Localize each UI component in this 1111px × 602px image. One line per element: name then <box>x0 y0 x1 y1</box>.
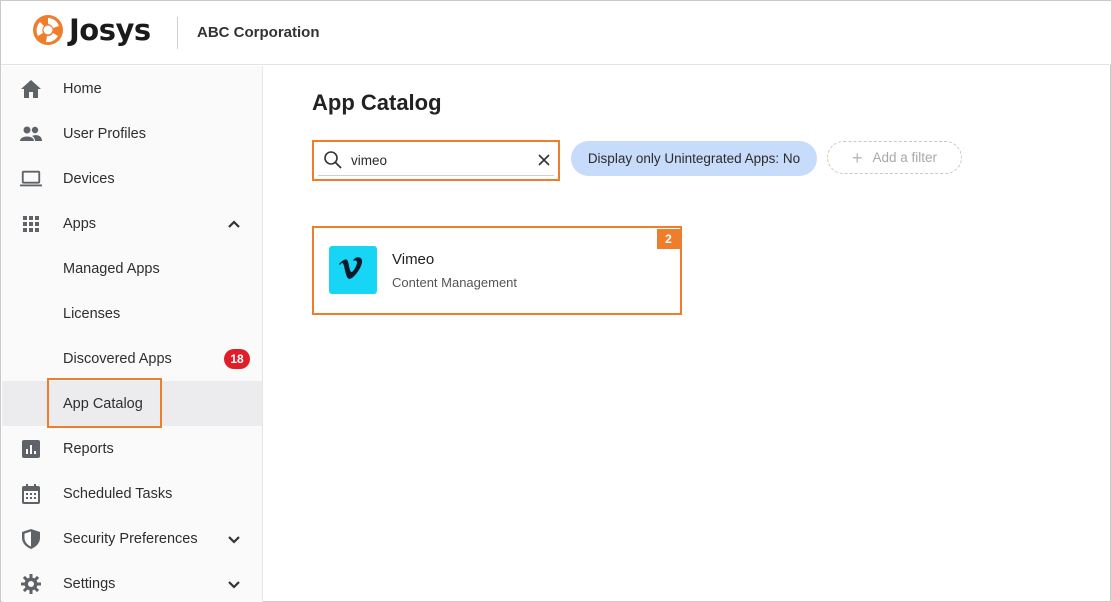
sidebar-item-apps[interactable]: Apps <box>2 201 262 246</box>
sidebar-item-label: Reports <box>63 440 114 457</box>
sidebar-item-devices[interactable]: Devices <box>2 156 262 201</box>
plus-icon: + <box>851 147 863 168</box>
gear-icon <box>20 573 42 595</box>
sidebar-item-label: Devices <box>63 170 115 187</box>
sidebar-item-label: Security Preferences <box>63 530 198 547</box>
sidebar-item-reports[interactable]: Reports <box>2 426 262 471</box>
sidebar-item-label: Discovered Apps <box>63 350 172 367</box>
search-field[interactable]: vimeo <box>312 140 560 181</box>
sidebar-item-label: Home <box>63 80 102 97</box>
search-input[interactable]: vimeo <box>318 145 554 176</box>
close-icon[interactable] <box>537 153 551 167</box>
calendar-icon <box>20 483 42 505</box>
sidebar-item-security-preferences[interactable]: Security Preferences <box>2 516 262 561</box>
sidebar-item-scheduled-tasks[interactable]: Scheduled Tasks <box>2 471 262 516</box>
vimeo-logo-icon <box>329 246 377 294</box>
sidebar-item-label: Settings <box>63 575 116 592</box>
chevron-down-icon[interactable] <box>224 529 244 549</box>
people-icon <box>20 123 42 145</box>
header-divider <box>177 17 178 49</box>
brand-name: Josys <box>69 13 151 47</box>
discovered-apps-count-badge: 18 <box>224 349 250 369</box>
sidebar-item-discovered-apps[interactable]: Discovered Apps 18 <box>2 336 262 381</box>
josys-logo[interactable]: Josys <box>32 13 151 47</box>
company-name: ABC Corporation <box>197 24 320 41</box>
chart-icon <box>20 438 42 460</box>
sidebar-item-label: Licenses <box>63 305 121 322</box>
step-number-badge: 2 <box>657 229 680 249</box>
page-title: App Catalog <box>312 90 442 115</box>
sidebar-item-label: Managed Apps <box>63 260 160 277</box>
chevron-up-icon[interactable] <box>224 214 244 234</box>
sidebar: Home User Profiles Devices Apps Managed … <box>2 66 263 602</box>
sidebar-item-home[interactable]: Home <box>2 66 262 111</box>
sidebar-item-settings[interactable]: Settings <box>2 561 262 602</box>
sidebar-item-label: User Profiles <box>63 125 146 142</box>
search-value: vimeo <box>351 153 388 168</box>
sidebar-item-managed-apps[interactable]: Managed Apps <box>2 246 262 291</box>
josys-logo-icon <box>33 15 63 45</box>
top-header: Josys ABC Corporation <box>1 1 1111 65</box>
unintegrated-apps-filter-chip[interactable]: Display only Unintegrated Apps: No <box>571 141 817 176</box>
add-filter-button[interactable]: + Add a filter <box>827 141 962 174</box>
laptop-icon <box>20 168 42 190</box>
sidebar-item-label: Scheduled Tasks <box>63 485 173 502</box>
app-category: Content Management <box>392 275 518 290</box>
chevron-down-icon[interactable] <box>224 574 244 594</box>
app-window: Josys ABC Corporation Home User Profiles… <box>0 0 1111 602</box>
sidebar-item-licenses[interactable]: Licenses <box>2 291 262 336</box>
grid-icon <box>20 213 42 235</box>
app-catalog-highlight <box>47 378 162 428</box>
sidebar-item-user-profiles[interactable]: User Profiles <box>2 111 262 156</box>
sidebar-item-label: Apps <box>63 215 97 232</box>
search-icon <box>324 151 342 169</box>
shield-icon <box>20 528 42 550</box>
home-icon <box>20 78 42 100</box>
app-result-card-vimeo[interactable]: Vimeo Content Management 2 <box>312 226 682 315</box>
app-name: Vimeo <box>392 251 435 268</box>
add-filter-label: Add a filter <box>872 150 938 165</box>
